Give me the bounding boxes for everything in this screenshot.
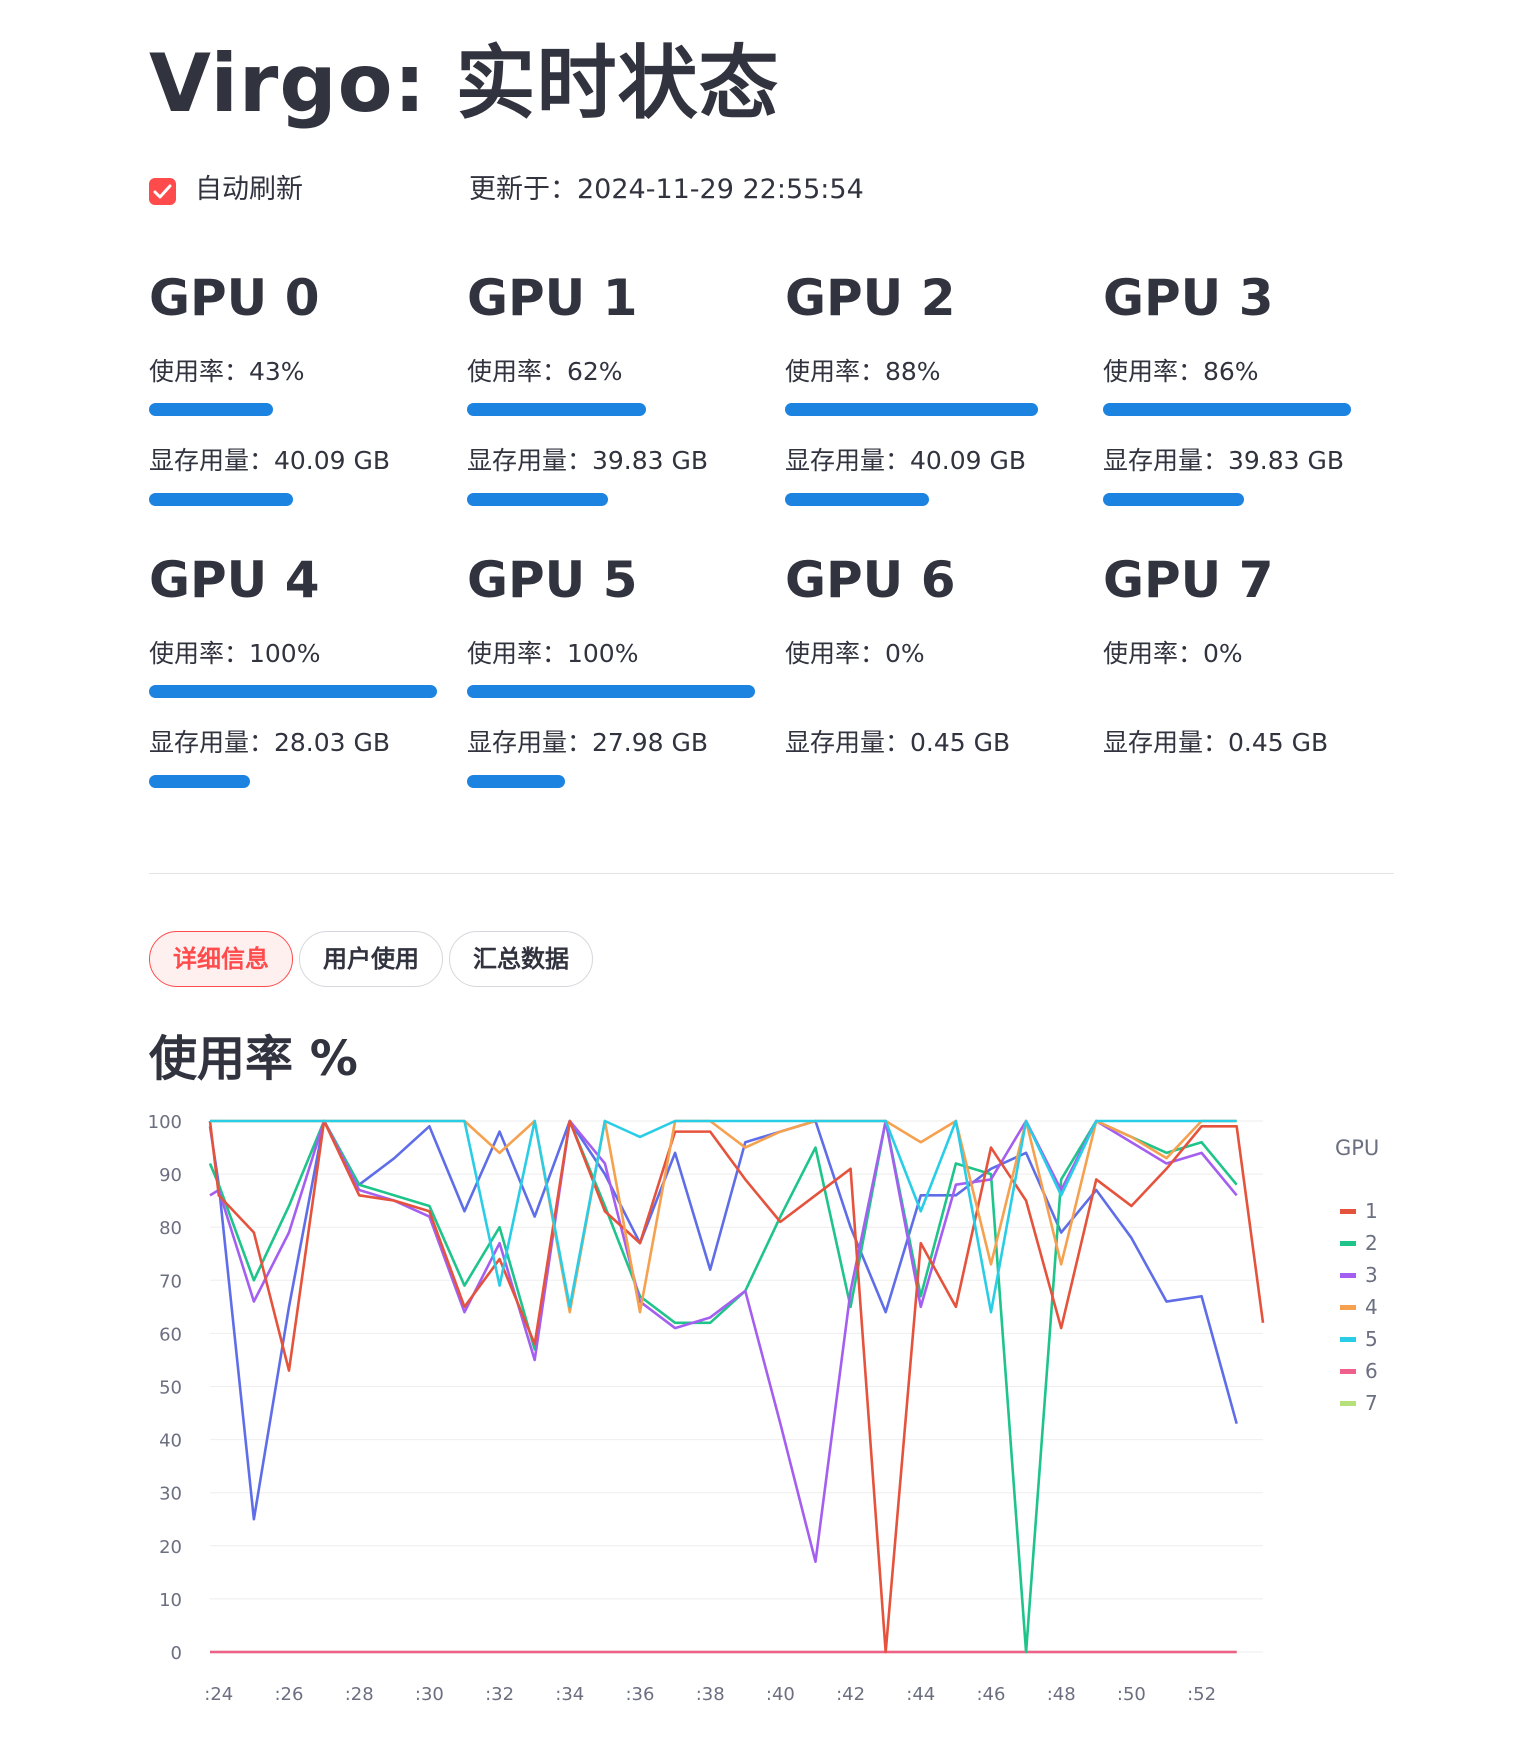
y-tick-label: 90 <box>159 1165 182 1186</box>
y-tick-label: 0 <box>171 1643 182 1664</box>
legend-swatch-gpu-6 <box>1340 1369 1356 1374</box>
y-tick-label: 60 <box>159 1324 182 1345</box>
utilization-chart: 0 10 20 30 40 50 60 70 80 90 100 :24 :26 :28 :30 :32 :34… <box>148 1112 1380 1705</box>
x-tick-label: :34 <box>555 1684 584 1705</box>
legend-swatch-gpu-7 <box>1340 1401 1356 1406</box>
legend-label-gpu-2: 2 <box>1365 1231 1378 1255</box>
x-tick-label: :44 <box>906 1684 935 1705</box>
legend-label-gpu-5: 5 <box>1365 1327 1378 1351</box>
legend-title: GPU <box>1335 1136 1379 1160</box>
y-tick-label: 80 <box>159 1218 182 1239</box>
x-tick-label: :30 <box>415 1684 444 1705</box>
legend-label-gpu-1: 1 <box>1365 1199 1378 1223</box>
x-tick-label: :24 <box>204 1684 233 1705</box>
legend-label-gpu-3: 3 <box>1365 1263 1378 1287</box>
y-tick-label: 20 <box>159 1537 182 1558</box>
y-tick-label: 10 <box>159 1590 182 1611</box>
x-tick-label: :52 <box>1187 1684 1216 1705</box>
x-tick-label: :40 <box>766 1684 795 1705</box>
legend-swatch-gpu-1 <box>1340 1209 1356 1214</box>
legend-swatch-gpu-3 <box>1340 1273 1356 1278</box>
y-tick-label: 70 <box>159 1271 182 1292</box>
x-tick-label: :32 <box>485 1684 514 1705</box>
legend-label-gpu-6: 6 <box>1365 1359 1378 1383</box>
legend-label-gpu-7: 7 <box>1365 1391 1378 1415</box>
x-tick-label: :26 <box>274 1684 303 1705</box>
x-tick-label: :28 <box>345 1684 374 1705</box>
y-tick-label: 50 <box>159 1378 182 1399</box>
legend-swatch-gpu-2 <box>1340 1241 1356 1246</box>
x-tick-label: :50 <box>1117 1684 1146 1705</box>
y-tick-label: 100 <box>148 1112 182 1133</box>
x-tick-label: :38 <box>696 1684 725 1705</box>
legend-swatch-gpu-5 <box>1340 1337 1356 1342</box>
legend-swatch-gpu-4 <box>1340 1305 1356 1310</box>
x-tick-label: :42 <box>836 1684 865 1705</box>
x-tick-label: :48 <box>1047 1684 1076 1705</box>
x-tick-label: :36 <box>625 1684 654 1705</box>
y-tick-label: 40 <box>159 1431 182 1452</box>
x-tick-label: :46 <box>976 1684 1005 1705</box>
y-tick-label: 30 <box>159 1484 182 1505</box>
legend-label-gpu-4: 4 <box>1365 1295 1378 1319</box>
